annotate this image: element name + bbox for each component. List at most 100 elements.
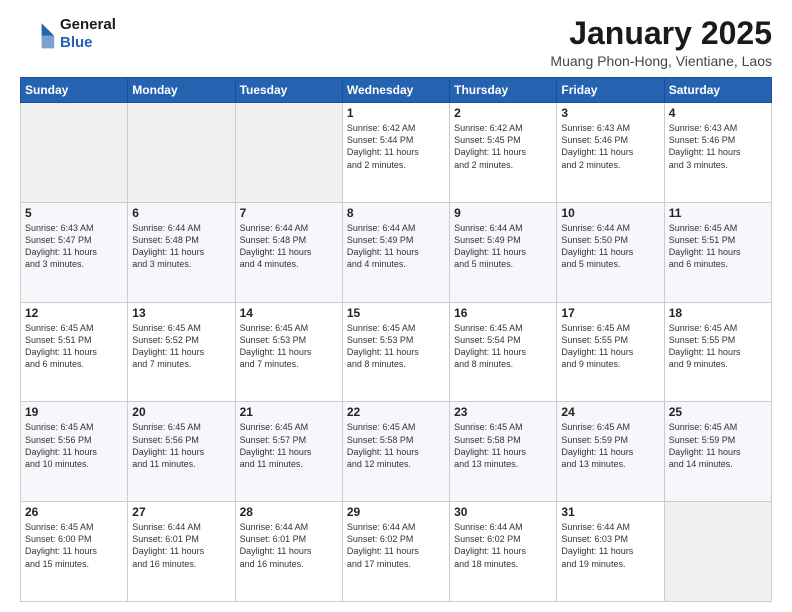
calendar-cell: 27 Sunrise: 6:44 AM Sunset: 6:01 PM Dayli… bbox=[128, 502, 235, 602]
day-info: Sunrise: 6:44 AM Sunset: 6:01 PM Dayligh… bbox=[132, 521, 230, 570]
week-row-5: 26 Sunrise: 6:45 AM Sunset: 6:00 PM Dayli… bbox=[21, 502, 772, 602]
header-day-tuesday: Tuesday bbox=[235, 78, 342, 103]
day-info: Sunrise: 6:44 AM Sunset: 6:01 PM Dayligh… bbox=[240, 521, 338, 570]
calendar-cell: 13Sunrise: 6:45 AM Sunset: 5:52 PM Dayli… bbox=[128, 302, 235, 402]
calendar-header: SundayMondayTuesdayWednesdayThursdayFrid… bbox=[21, 78, 772, 103]
calendar-cell: 29Sunrise: 6:44 AM Sunset: 6:02 PM Dayli… bbox=[342, 502, 449, 602]
day-number: 3 bbox=[561, 106, 659, 120]
calendar-cell: 3Sunrise: 6:43 AM Sunset: 5:46 PM Daylig… bbox=[557, 103, 664, 203]
day-number: 12 bbox=[25, 306, 123, 320]
logo-text: General Blue bbox=[60, 16, 116, 52]
day-number: 18 bbox=[669, 306, 767, 320]
week-row-4: 19 Sunrise: 6:45 AM Sunset: 5:56 PM Dayli… bbox=[21, 402, 772, 502]
day-number: 19 bbox=[25, 405, 123, 419]
calendar-cell: 14 Sunrise: 6:45 AM Sunset: 5:53 PM Dayli… bbox=[235, 302, 342, 402]
calendar-cell: 20 Sunrise: 6:45 AM Sunset: 5:56 PM Dayli… bbox=[128, 402, 235, 502]
day-number: 15 bbox=[347, 306, 445, 320]
day-number: 26 bbox=[25, 505, 123, 519]
day-number: 13 bbox=[132, 306, 230, 320]
header-day-friday: Friday bbox=[557, 78, 664, 103]
calendar-cell bbox=[128, 103, 235, 203]
page-title: January 2025 bbox=[550, 16, 772, 51]
day-number: 23 bbox=[454, 405, 552, 419]
page-subtitle: Muang Phon-Hong, Vientiane, Laos bbox=[550, 53, 772, 69]
day-info: Sunrise: 6:45 AM Sunset: 5:55 PM Dayligh… bbox=[669, 322, 767, 371]
day-info: Sunrise: 6:45 AM Sunset: 5:55 PM Dayligh… bbox=[561, 322, 659, 371]
calendar-cell: 25Sunrise: 6:45 AM Sunset: 5:59 PM Dayli… bbox=[664, 402, 771, 502]
day-info: Sunrise: 6:45 AM Sunset: 5:58 PM Dayligh… bbox=[454, 421, 552, 470]
calendar-cell: 1 Sunrise: 6:42 AM Sunset: 5:44 PM Daylig… bbox=[342, 103, 449, 203]
calendar-cell bbox=[235, 103, 342, 203]
day-info: Sunrise: 6:45 AM Sunset: 5:58 PM Dayligh… bbox=[347, 421, 445, 470]
calendar-cell: 5 Sunrise: 6:43 AM Sunset: 5:47 PM Daylig… bbox=[21, 202, 128, 302]
calendar-cell: 22 Sunrise: 6:45 AM Sunset: 5:58 PM Dayli… bbox=[342, 402, 449, 502]
header-day-thursday: Thursday bbox=[450, 78, 557, 103]
day-number: 25 bbox=[669, 405, 767, 419]
day-number: 11 bbox=[669, 206, 767, 220]
calendar-cell: 21Sunrise: 6:45 AM Sunset: 5:57 PM Dayli… bbox=[235, 402, 342, 502]
day-number: 31 bbox=[561, 505, 659, 519]
day-info: Sunrise: 6:45 AM Sunset: 5:56 PM Dayligh… bbox=[25, 421, 123, 470]
header-day-sunday: Sunday bbox=[21, 78, 128, 103]
calendar-cell: 18 Sunrise: 6:45 AM Sunset: 5:55 PM Dayli… bbox=[664, 302, 771, 402]
calendar-cell: 9Sunrise: 6:44 AM Sunset: 5:49 PM Daylig… bbox=[450, 202, 557, 302]
calendar-cell: 28 Sunrise: 6:44 AM Sunset: 6:01 PM Dayli… bbox=[235, 502, 342, 602]
day-number: 8 bbox=[347, 206, 445, 220]
calendar-cell: 6Sunrise: 6:44 AM Sunset: 5:48 PM Daylig… bbox=[128, 202, 235, 302]
day-number: 9 bbox=[454, 206, 552, 220]
calendar-table: SundayMondayTuesdayWednesdayThursdayFrid… bbox=[20, 77, 772, 602]
day-info: Sunrise: 6:45 AM Sunset: 5:59 PM Dayligh… bbox=[561, 421, 659, 470]
calendar-cell: 8 Sunrise: 6:44 AM Sunset: 5:49 PM Daylig… bbox=[342, 202, 449, 302]
calendar-cell: 30Sunrise: 6:44 AM Sunset: 6:02 PM Dayli… bbox=[450, 502, 557, 602]
day-number: 28 bbox=[240, 505, 338, 519]
header-day-wednesday: Wednesday bbox=[342, 78, 449, 103]
day-info: Sunrise: 6:45 AM Sunset: 5:53 PM Dayligh… bbox=[347, 322, 445, 371]
day-number: 29 bbox=[347, 505, 445, 519]
day-info: Sunrise: 6:42 AM Sunset: 5:44 PM Dayligh… bbox=[347, 122, 445, 171]
day-info: Sunrise: 6:45 AM Sunset: 5:56 PM Dayligh… bbox=[132, 421, 230, 470]
day-info: Sunrise: 6:44 AM Sunset: 5:48 PM Dayligh… bbox=[132, 222, 230, 271]
day-info: Sunrise: 6:43 AM Sunset: 5:47 PM Dayligh… bbox=[25, 222, 123, 271]
calendar-cell: 26 Sunrise: 6:45 AM Sunset: 6:00 PM Dayli… bbox=[21, 502, 128, 602]
calendar-cell: 12 Sunrise: 6:45 AM Sunset: 5:51 PM Dayli… bbox=[21, 302, 128, 402]
day-info: Sunrise: 6:45 AM Sunset: 5:51 PM Dayligh… bbox=[669, 222, 767, 271]
calendar-body: 1 Sunrise: 6:42 AM Sunset: 5:44 PM Daylig… bbox=[21, 103, 772, 602]
day-info: Sunrise: 6:45 AM Sunset: 6:00 PM Dayligh… bbox=[25, 521, 123, 570]
calendar-cell bbox=[21, 103, 128, 203]
header: General Blue January 2025 Muang Phon-Hon… bbox=[20, 16, 772, 69]
day-info: Sunrise: 6:44 AM Sunset: 5:49 PM Dayligh… bbox=[347, 222, 445, 271]
day-info: Sunrise: 6:44 AM Sunset: 6:03 PM Dayligh… bbox=[561, 521, 659, 570]
calendar-cell: 19 Sunrise: 6:45 AM Sunset: 5:56 PM Dayli… bbox=[21, 402, 128, 502]
day-number: 22 bbox=[347, 405, 445, 419]
day-number: 14 bbox=[240, 306, 338, 320]
calendar-cell: 31 Sunrise: 6:44 AM Sunset: 6:03 PM Dayli… bbox=[557, 502, 664, 602]
day-info: Sunrise: 6:45 AM Sunset: 5:57 PM Dayligh… bbox=[240, 421, 338, 470]
day-number: 4 bbox=[669, 106, 767, 120]
day-number: 20 bbox=[132, 405, 230, 419]
week-row-3: 12 Sunrise: 6:45 AM Sunset: 5:51 PM Dayli… bbox=[21, 302, 772, 402]
day-info: Sunrise: 6:45 AM Sunset: 5:51 PM Dayligh… bbox=[25, 322, 123, 371]
calendar-cell: 16 Sunrise: 6:45 AM Sunset: 5:54 PM Dayli… bbox=[450, 302, 557, 402]
calendar-cell: 11 Sunrise: 6:45 AM Sunset: 5:51 PM Dayli… bbox=[664, 202, 771, 302]
day-info: Sunrise: 6:44 AM Sunset: 5:50 PM Dayligh… bbox=[561, 222, 659, 271]
day-number: 27 bbox=[132, 505, 230, 519]
page: General Blue January 2025 Muang Phon-Hon… bbox=[0, 0, 792, 612]
calendar-cell: 23 Sunrise: 6:45 AM Sunset: 5:58 PM Dayli… bbox=[450, 402, 557, 502]
calendar-cell bbox=[664, 502, 771, 602]
calendar-cell: 2Sunrise: 6:42 AM Sunset: 5:45 PM Daylig… bbox=[450, 103, 557, 203]
day-number: 5 bbox=[25, 206, 123, 220]
calendar-cell: 24Sunrise: 6:45 AM Sunset: 5:59 PM Dayli… bbox=[557, 402, 664, 502]
day-number: 1 bbox=[347, 106, 445, 120]
week-row-1: 1 Sunrise: 6:42 AM Sunset: 5:44 PM Daylig… bbox=[21, 103, 772, 203]
logo-icon bbox=[20, 16, 56, 52]
calendar-cell: 7Sunrise: 6:44 AM Sunset: 5:48 PM Daylig… bbox=[235, 202, 342, 302]
day-info: Sunrise: 6:44 AM Sunset: 6:02 PM Dayligh… bbox=[454, 521, 552, 570]
calendar-cell: 15 Sunrise: 6:45 AM Sunset: 5:53 PM Dayli… bbox=[342, 302, 449, 402]
calendar-cell: 4Sunrise: 6:43 AM Sunset: 5:46 PM Daylig… bbox=[664, 103, 771, 203]
day-info: Sunrise: 6:45 AM Sunset: 5:54 PM Dayligh… bbox=[454, 322, 552, 371]
day-number: 17 bbox=[561, 306, 659, 320]
day-info: Sunrise: 6:44 AM Sunset: 5:48 PM Dayligh… bbox=[240, 222, 338, 271]
day-info: Sunrise: 6:45 AM Sunset: 5:53 PM Dayligh… bbox=[240, 322, 338, 371]
day-number: 16 bbox=[454, 306, 552, 320]
day-number: 2 bbox=[454, 106, 552, 120]
